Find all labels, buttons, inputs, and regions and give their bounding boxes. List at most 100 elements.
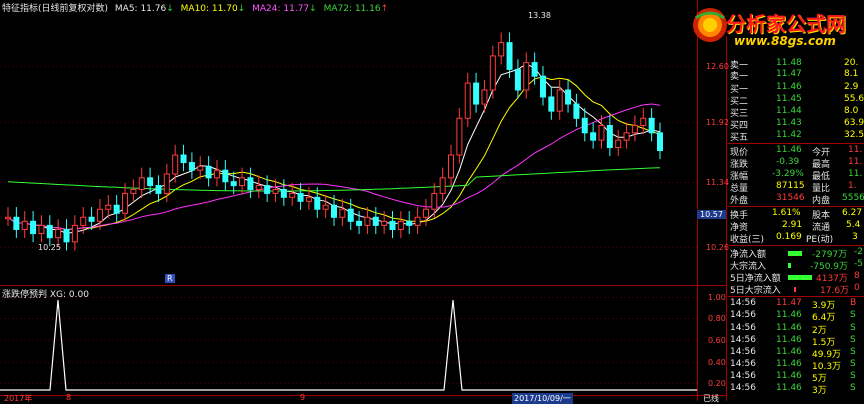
swirl-logo-icon bbox=[693, 8, 727, 42]
up-candle bbox=[5, 216, 11, 220]
tick-volume: 3万 bbox=[812, 386, 827, 396]
tick-price: 11.46 bbox=[776, 310, 802, 320]
up-candle bbox=[272, 188, 279, 194]
up-candle bbox=[364, 216, 371, 226]
divider bbox=[728, 206, 864, 207]
stat-row: 外盘 31546 内盘 5556 bbox=[728, 193, 864, 206]
stat-label: 外盘 bbox=[730, 196, 749, 206]
down-candle bbox=[63, 228, 70, 243]
tick-price: 11.46 bbox=[776, 323, 802, 333]
tick-price: 11.46 bbox=[776, 335, 802, 345]
fundamental-value: 6.27 bbox=[842, 208, 863, 218]
down-candle bbox=[548, 96, 555, 112]
stat-value: 1. bbox=[848, 181, 857, 191]
tick-time: 14:56 bbox=[730, 298, 756, 308]
tick-side: S bbox=[850, 359, 856, 369]
stat-value: 11. bbox=[848, 169, 863, 179]
cursor-date-label: 2017/10/09/一 bbox=[512, 393, 573, 404]
up-candle bbox=[623, 132, 630, 141]
down-candle bbox=[331, 204, 337, 218]
tick-price: 11.46 bbox=[776, 359, 802, 369]
flow-bar bbox=[788, 251, 802, 256]
indicator-header[interactable]: 涨跌停预判 XG: 0.00 bbox=[2, 287, 89, 300]
down-candle bbox=[88, 216, 95, 222]
down-candle bbox=[113, 204, 120, 214]
down-candle bbox=[506, 42, 513, 70]
down-candle bbox=[565, 89, 572, 105]
down-candle bbox=[389, 220, 396, 230]
order-price: 11.42 bbox=[776, 130, 802, 140]
stat-value: 11. bbox=[848, 145, 863, 155]
up-candle bbox=[464, 82, 471, 119]
up-candle bbox=[105, 204, 112, 210]
indicator-title[interactable]: 特征指标(日线前复权对数) bbox=[2, 4, 108, 14]
flow-value: 17.6万 bbox=[820, 286, 850, 296]
stat-value: 11.46 bbox=[776, 145, 802, 155]
flow-tail: 0 bbox=[854, 283, 860, 293]
fundamental-label: PE(动) bbox=[806, 235, 834, 245]
stat-value: 31546 bbox=[776, 193, 805, 203]
indicator-axis-label: 1.00 bbox=[708, 293, 726, 302]
ma5-value: MA5: 11.76 bbox=[114, 4, 167, 14]
date-axis-label: 2017年 bbox=[4, 394, 33, 403]
down-candle bbox=[155, 185, 162, 194]
down-candle bbox=[473, 82, 480, 105]
watermark-title: 分析家公式网 bbox=[726, 12, 846, 36]
order-book-row: 买五 11.42 32.5 bbox=[728, 130, 864, 143]
current-price-tag: 10.57 bbox=[697, 210, 726, 219]
flow-tail: -5 bbox=[854, 259, 863, 269]
flow-label: 5日大宗流入 bbox=[730, 286, 781, 296]
order-price: 11.45 bbox=[776, 94, 802, 104]
fundamental-value: 2.91 bbox=[782, 220, 803, 230]
up-candle bbox=[556, 89, 563, 112]
tick-time: 14:56 bbox=[730, 310, 756, 320]
ma72-arrow: ↑ bbox=[380, 4, 389, 14]
ma24-value: MA24: 11.77 bbox=[252, 4, 310, 14]
tick-side: S bbox=[850, 310, 856, 320]
watermark-url: www.88gs.com bbox=[734, 34, 836, 48]
up-candle bbox=[448, 154, 455, 179]
indicator-axis-label: 0.20 bbox=[708, 379, 726, 388]
signal-spike-line bbox=[0, 299, 697, 391]
down-candle bbox=[180, 154, 187, 164]
indicator-axis-label: 0.60 bbox=[708, 336, 726, 345]
stat-value: -0.39 bbox=[776, 157, 800, 167]
rights-badge[interactable]: R bbox=[165, 274, 175, 283]
down-candle bbox=[356, 220, 363, 226]
up-candle bbox=[397, 220, 404, 230]
up-candle bbox=[122, 192, 129, 214]
up-candle bbox=[21, 220, 28, 230]
up-candle bbox=[381, 220, 388, 226]
order-volume: 63.9 bbox=[844, 118, 864, 128]
period-label[interactable]: 已线 bbox=[703, 393, 719, 404]
flow-bar bbox=[788, 263, 791, 268]
up-candle bbox=[71, 224, 78, 243]
order-level-label: 卖一 bbox=[730, 72, 749, 82]
up-candle bbox=[96, 208, 103, 222]
down-candle bbox=[581, 117, 588, 134]
tick-price: 11.46 bbox=[776, 383, 802, 393]
order-volume: 2.9 bbox=[844, 82, 859, 92]
up-candle bbox=[498, 42, 505, 57]
down-candle bbox=[280, 188, 287, 198]
down-candle bbox=[264, 185, 271, 194]
down-candle bbox=[297, 192, 304, 202]
tick-side: S bbox=[850, 323, 856, 333]
chart-header: 特征指标(日线前复权对数) MA5: 11.76↓ MA10: 11.70↓ M… bbox=[2, 1, 388, 14]
down-candle bbox=[46, 224, 53, 239]
tick-time: 14:56 bbox=[730, 383, 756, 393]
down-candle bbox=[573, 103, 580, 119]
stock-terminal: 特征指标(日线前复权对数) MA5: 11.76↓ MA10: 11.70↓ M… bbox=[0, 0, 864, 404]
up-candle bbox=[163, 173, 170, 194]
tick-side: B bbox=[850, 298, 857, 308]
up-candle bbox=[481, 89, 488, 105]
indicator-axis-label: 0.80 bbox=[708, 314, 726, 323]
indicator-axis-label: 0.40 bbox=[708, 358, 726, 367]
down-candle bbox=[606, 125, 613, 149]
ma24-arrow: ↓ bbox=[309, 4, 317, 14]
up-candle bbox=[322, 204, 329, 210]
order-volume: 55.6 bbox=[844, 94, 864, 104]
order-volume: 32.5 bbox=[844, 130, 864, 140]
down-candle bbox=[205, 165, 212, 179]
divider bbox=[728, 143, 864, 144]
